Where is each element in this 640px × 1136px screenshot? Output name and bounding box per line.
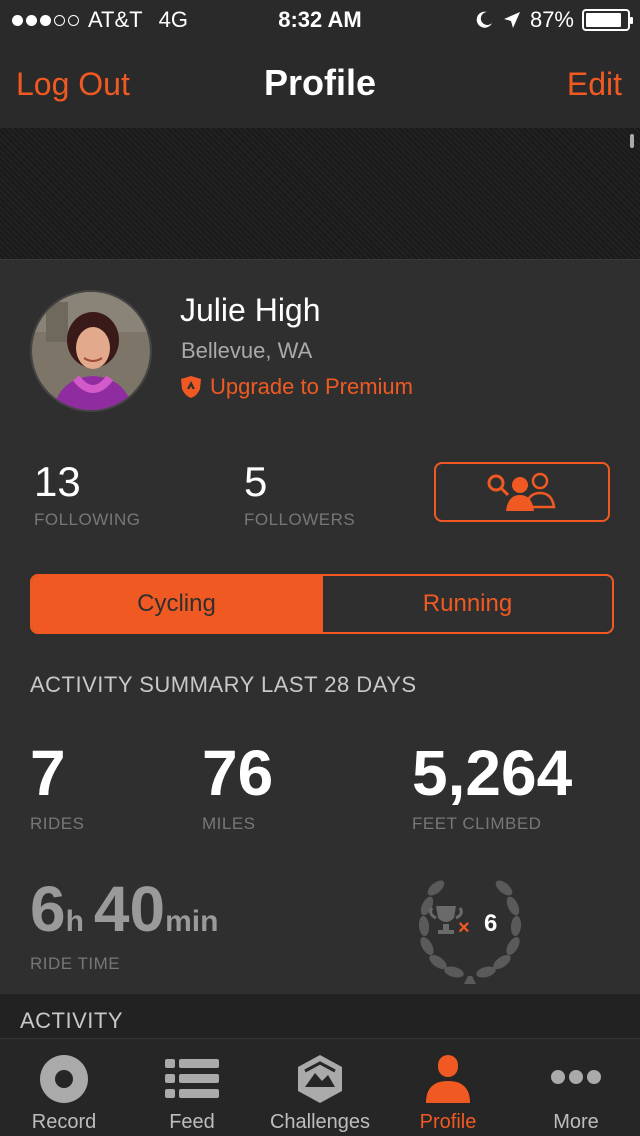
battery-icon [582, 9, 633, 31]
feet-climbed-count: 5,264 [412, 737, 573, 809]
challenges-icon [298, 1055, 342, 1103]
ride-time-value: 6 h 40 min [30, 872, 228, 946]
tab-challenges[interactable]: Challenges [256, 1039, 384, 1136]
moon-icon [476, 11, 492, 28]
miles-count: 76 [202, 737, 274, 809]
tab-record[interactable]: Record [0, 1039, 128, 1136]
location-arrow-icon [503, 12, 520, 28]
ride-minutes: 40 [93, 873, 166, 945]
status-right: 87% [474, 7, 633, 33]
laurel-wreath-icon: × [418, 880, 522, 984]
find-friends-button[interactable] [434, 462, 610, 522]
tab-more[interactable]: More [512, 1039, 640, 1136]
minutes-unit: min [165, 905, 219, 938]
page-title: Profile [263, 62, 377, 103]
sport-segmented-control: Cycling Running [30, 574, 614, 634]
trophy-case-badge[interactable]: × [410, 866, 530, 986]
miles-label: MILES [202, 814, 256, 833]
followers-label[interactable]: FOLLOWERS [244, 510, 355, 530]
record-icon [40, 1055, 88, 1103]
activity-summary-heading: ACTIVITY SUMMARY LAST 28 DAYS [30, 672, 417, 697]
cycling-tab[interactable]: Cycling [32, 576, 321, 632]
feet-climbed-label: FEET CLIMBED [412, 814, 542, 833]
following-label[interactable]: FOLLOWING [34, 510, 141, 530]
cover-image[interactable] [0, 128, 640, 260]
more-icon [551, 1070, 601, 1084]
tab-more-label: More [553, 1111, 599, 1133]
feed-icon [165, 1059, 219, 1098]
running-tab[interactable]: Running [321, 576, 612, 632]
trophy-multiplier: × [458, 917, 470, 939]
rides-label: RIDES [30, 814, 85, 833]
nav-bar: Log Out Profile Edit [0, 40, 640, 128]
upgrade-premium-link[interactable]: Upgrade to Premium [180, 374, 413, 400]
athlete-location: Bellevue, WA [181, 338, 313, 363]
ride-hours: 6 [30, 873, 66, 945]
tab-profile-label: Profile [419, 1111, 477, 1133]
premium-label: Upgrade to Premium [210, 374, 413, 399]
profile-icon [426, 1055, 470, 1103]
avatar[interactable] [30, 290, 152, 412]
tab-profile[interactable]: Profile [384, 1039, 512, 1136]
scroll-indicator [630, 134, 634, 148]
premium-shield-icon [181, 376, 201, 398]
athlete-name: Julie High [180, 292, 321, 328]
find-friends-icon [487, 472, 556, 511]
ride-time-label: RIDE TIME [30, 954, 121, 973]
tab-feed[interactable]: Feed [128, 1039, 256, 1136]
activity-heading: ACTIVITY [20, 1008, 124, 1033]
tab-record-label: Record [31, 1111, 97, 1133]
rides-count: 7 [30, 737, 66, 809]
tab-bar: Record Feed Challenges Profile More [0, 1038, 640, 1136]
tab-challenges-label: Challenges [269, 1111, 371, 1133]
following-count[interactable]: 13 [34, 458, 81, 506]
followers-count[interactable]: 5 [244, 458, 267, 506]
battery-fill [586, 13, 621, 27]
edit-button[interactable]: Edit [567, 66, 622, 103]
battery-percent: 87% [529, 7, 574, 32]
tab-feed-label: Feed [169, 1111, 215, 1133]
status-bar: AT&T 4G 8:32 AM 87% [0, 0, 640, 40]
trophy-count: 6 [484, 910, 498, 937]
hours-unit: h [65, 905, 84, 938]
avatar-photo [32, 292, 150, 410]
